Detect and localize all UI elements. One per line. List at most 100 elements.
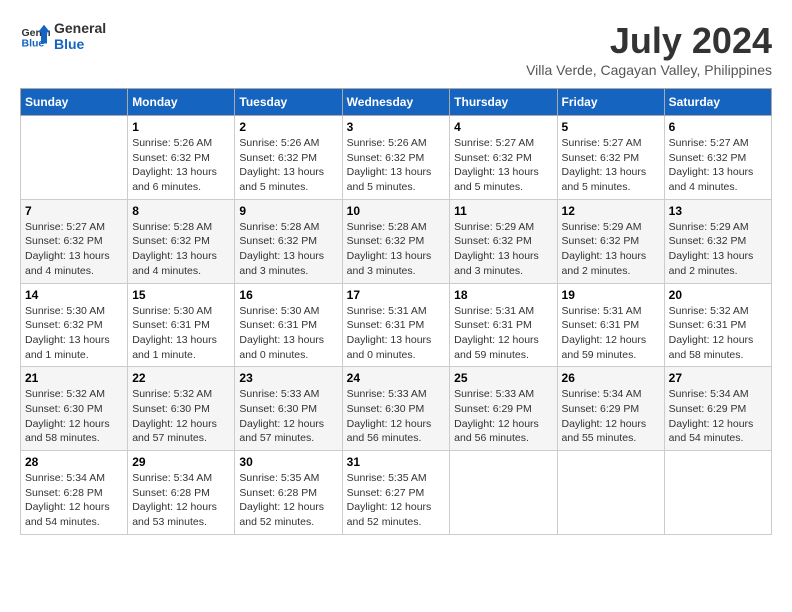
calendar-cell: [664, 451, 771, 535]
day-info: Sunrise: 5:32 AMSunset: 6:30 PMDaylight:…: [25, 387, 123, 446]
calendar-cell: 17Sunrise: 5:31 AMSunset: 6:31 PMDayligh…: [342, 283, 450, 367]
calendar-cell: 19Sunrise: 5:31 AMSunset: 6:31 PMDayligh…: [557, 283, 664, 367]
sun-info: Sunset: 6:32 PM: [132, 235, 210, 247]
sun-info: Sunset: 6:29 PM: [562, 403, 640, 415]
day-number: 22: [132, 371, 230, 385]
day-number: 5: [562, 120, 660, 134]
day-number: 18: [454, 288, 552, 302]
daylight-hours-label: Daylight: 12 hours and 54 minutes.: [25, 501, 110, 528]
day-info: Sunrise: 5:35 AMSunset: 6:27 PMDaylight:…: [347, 471, 446, 530]
calendar-cell: 6Sunrise: 5:27 AMSunset: 6:32 PMDaylight…: [664, 116, 771, 200]
day-number: 11: [454, 204, 552, 218]
sun-info: Sunrise: 5:26 AM: [132, 137, 212, 149]
title-section: July 2024 Villa Verde, Cagayan Valley, P…: [526, 20, 772, 78]
svg-text:Blue: Blue: [22, 38, 45, 50]
day-number: 10: [347, 204, 446, 218]
daylight-hours-label: Daylight: 12 hours and 59 minutes.: [562, 334, 647, 361]
day-info: Sunrise: 5:28 AMSunset: 6:32 PMDaylight:…: [132, 220, 230, 279]
calendar-cell: 25Sunrise: 5:33 AMSunset: 6:29 PMDayligh…: [450, 367, 557, 451]
day-info: Sunrise: 5:35 AMSunset: 6:28 PMDaylight:…: [239, 471, 337, 530]
day-number: 6: [669, 120, 767, 134]
day-of-week-sunday: Sunday: [21, 89, 128, 116]
day-info: Sunrise: 5:27 AMSunset: 6:32 PMDaylight:…: [25, 220, 123, 279]
sun-info: Sunrise: 5:28 AM: [239, 221, 319, 233]
sun-info: Sunset: 6:28 PM: [132, 487, 210, 499]
sun-info: Sunrise: 5:34 AM: [669, 388, 749, 400]
day-of-week-monday: Monday: [128, 89, 235, 116]
sun-info: Sunrise: 5:28 AM: [347, 221, 427, 233]
day-info: Sunrise: 5:32 AMSunset: 6:31 PMDaylight:…: [669, 304, 767, 363]
day-number: 28: [25, 455, 123, 469]
sun-info: Sunrise: 5:33 AM: [239, 388, 319, 400]
calendar-cell: 7 Sunrise: 5:27 AMSunset: 6:32 PMDaylight…: [21, 199, 128, 283]
day-info: Sunrise: 5:29 AM Sunset: 6:32 PM Daylight:…: [562, 220, 660, 279]
sun-info: Sunrise: 5:35 AM: [239, 472, 319, 484]
calendar-cell: 2Sunrise: 5:26 AMSunset: 6:32 PMDaylight…: [235, 116, 342, 200]
daylight-hours-label: Daylight: 12 hours and 56 minutes.: [347, 418, 432, 445]
sun-info: Sunset: 6:32 PM: [132, 152, 210, 164]
sun-info: Sunrise: 5:27 AM: [454, 137, 534, 149]
sun-info: Sunset: 6:30 PM: [347, 403, 425, 415]
daylight-hours-label: Daylight: 13 hours and 6 minutes.: [132, 166, 217, 193]
sun-info: Sunrise: 5:30 AM: [239, 305, 319, 317]
day-info: Sunrise: 5:33 AM Sunset: 6:30 PM Daylight:…: [239, 387, 337, 446]
day-number: 19: [562, 288, 660, 302]
week-row-4: 21Sunrise: 5:32 AMSunset: 6:30 PMDayligh…: [21, 367, 772, 451]
day-info: Sunrise: 5:26 AMSunset: 6:32 PMDaylight:…: [347, 136, 446, 195]
days-header-row: SundayMondayTuesdayWednesdayThursdayFrid…: [21, 89, 772, 116]
day-number: 12: [562, 204, 660, 218]
daylight-hours-label: Daylight: 13 hours and 5 minutes.: [239, 166, 324, 193]
day-info: Sunrise: 5:28 AMSunset: 6:32 PMDaylight:…: [347, 220, 446, 279]
sun-info: Sunset: 6:31 PM: [562, 319, 640, 331]
day-info: Sunrise: 5:34 AMSunset: 6:29 PMDaylight:…: [669, 387, 767, 446]
day-of-week-tuesday: Tuesday: [235, 89, 342, 116]
calendar-cell: 13Sunrise: 5:29 AMSunset: 6:32 PMDayligh…: [664, 199, 771, 283]
sun-info: Sunset: 6:32 PM: [347, 152, 425, 164]
day-of-week-wednesday: Wednesday: [342, 89, 450, 116]
calendar-cell: 15Sunrise: 5:30 AMSunset: 6:31 PMDayligh…: [128, 283, 235, 367]
sun-info: Sunset: 6:30 PM: [239, 403, 317, 415]
day-info: Sunrise: 5:26 AM Sunset: 6:32 PM Daylight:…: [132, 136, 230, 195]
day-number: 14: [25, 288, 123, 302]
sun-info: Sunrise: 5:32 AM: [132, 388, 212, 400]
main-title: July 2024: [526, 20, 772, 62]
sun-info: Sunset: 6:32 PM: [562, 235, 640, 247]
sun-info: Sunset: 6:32 PM: [562, 152, 640, 164]
sun-info: Sunset: 6:32 PM: [239, 152, 317, 164]
logo-general-text: General: [54, 20, 106, 36]
day-number: 24: [347, 371, 446, 385]
sun-info: Sunrise: 5:27 AM: [669, 137, 749, 149]
daylight-hours-label: Daylight: 13 hours and 2 minutes.: [562, 250, 647, 277]
day-number: 29: [132, 455, 230, 469]
calendar-cell: 21Sunrise: 5:32 AMSunset: 6:30 PMDayligh…: [21, 367, 128, 451]
sun-info: Sunset: 6:32 PM: [669, 152, 747, 164]
sun-info: Sunset: 6:31 PM: [239, 319, 317, 331]
day-number: 4: [454, 120, 552, 134]
calendar-cell: 30Sunrise: 5:35 AMSunset: 6:28 PMDayligh…: [235, 451, 342, 535]
sun-info: Sunrise: 5:30 AM: [132, 305, 212, 317]
calendar-cell: 5Sunrise: 5:27 AMSunset: 6:32 PMDaylight…: [557, 116, 664, 200]
sun-info: Sunrise: 5:33 AM: [347, 388, 427, 400]
daylight-hours-label: Daylight: 13 hours and 3 minutes.: [239, 250, 324, 277]
sun-info: Sunset: 6:29 PM: [669, 403, 747, 415]
sun-info: Sunrise: 5:34 AM: [25, 472, 105, 484]
day-number: 27: [669, 371, 767, 385]
sun-info: Sunset: 6:32 PM: [239, 235, 317, 247]
calendar-cell: 22Sunrise: 5:32 AMSunset: 6:30 PMDayligh…: [128, 367, 235, 451]
week-row-5: 28Sunrise: 5:34 AMSunset: 6:28 PMDayligh…: [21, 451, 772, 535]
day-of-week-friday: Friday: [557, 89, 664, 116]
sun-info: Sunrise: 5:28 AM: [132, 221, 212, 233]
day-of-week-thursday: Thursday: [450, 89, 557, 116]
day-number: 7: [25, 204, 123, 218]
day-info: Sunrise: 5:34 AMSunset: 6:28 PMDaylight:…: [25, 471, 123, 530]
daylight-hours-label: Daylight: 12 hours and 52 minutes.: [239, 501, 324, 528]
sun-info: Sunrise: 5:31 AM: [454, 305, 534, 317]
calendar-cell: 1Sunrise: 5:26 AMSunset: 6:32 PMDaylight…: [128, 116, 235, 200]
day-number: 15: [132, 288, 230, 302]
daylight-hours-label: Daylight: 12 hours and 55 minutes.: [562, 418, 647, 445]
day-info: Sunrise: 5:31 AMSunset: 6:31 PMDaylight:…: [454, 304, 552, 363]
daylight-hours-label: Daylight: 12 hours and 57 minutes.: [239, 418, 324, 445]
sun-info: Sunrise: 5:33 AM: [454, 388, 534, 400]
daylight-hours-label: Daylight: 12 hours and 56 minutes.: [454, 418, 539, 445]
sun-info: Sunrise: 5:29 AM: [562, 221, 642, 233]
